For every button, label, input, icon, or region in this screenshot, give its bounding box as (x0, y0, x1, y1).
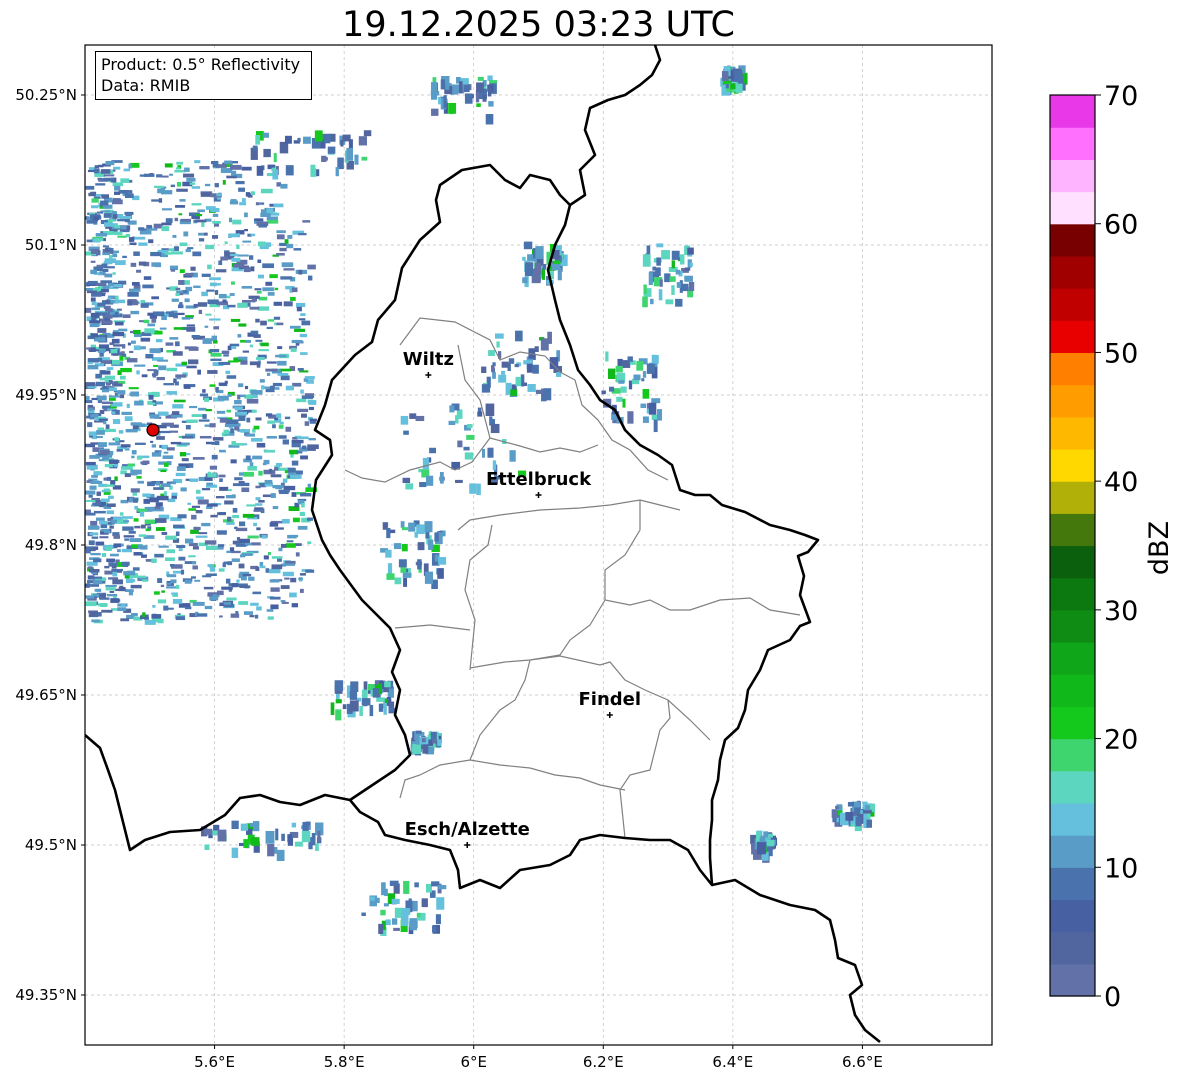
data-source-label: Data: RMIB (101, 76, 191, 95)
city-marker-icon (535, 492, 542, 498)
colorbar-label: dBZ (1144, 521, 1175, 575)
colorbar-tick-label: 0 (1104, 982, 1121, 1013)
lat-tick-label: 50.1°N (25, 236, 77, 254)
colorbar-swatch (1050, 642, 1095, 675)
colorbar-tick-label: 40 (1104, 467, 1138, 498)
colorbar-swatch (1050, 223, 1095, 257)
city-label: Wiltz (403, 349, 454, 370)
city-marker-icon (425, 372, 432, 378)
canton-boundaries (344, 317, 801, 839)
colorbar-swatch (1050, 931, 1095, 965)
city-marker-icon (464, 842, 471, 848)
colorbar: 0 10 20 30 40 50 60 70 dBZ (1049, 81, 1175, 1013)
colorbar-swatch (1050, 770, 1095, 804)
colorbar-swatch (1050, 609, 1095, 643)
colorbar-swatches (1050, 95, 1095, 997)
colorbar-swatch (1050, 288, 1095, 321)
french-german-border-south (711, 878, 881, 1044)
colorbar-swatch (1050, 674, 1095, 707)
lon-tick-label: 6.4°E (712, 1053, 753, 1071)
lon-tick-label: 6°E (460, 1053, 487, 1071)
radar-site-marker (146, 423, 160, 437)
colorbar-swatch (1050, 963, 1095, 997)
colorbar-swatch (1050, 835, 1095, 868)
colorbar-swatch (1050, 384, 1095, 418)
lat-tick-label: 49.35°N (15, 986, 77, 1004)
colorbar-tick-label: 10 (1104, 853, 1138, 884)
colorbar-swatch (1050, 159, 1095, 193)
product-label: Product: 0.5° Reflectivity (101, 55, 301, 74)
colorbar-swatch (1050, 899, 1095, 933)
lon-tick-label: 5.6°E (194, 1053, 235, 1071)
colorbar-swatch (1050, 448, 1095, 482)
lat-tick-label: 49.95°N (15, 386, 77, 404)
colorbar-swatch (1050, 95, 1095, 128)
colorbar-swatch (1050, 706, 1095, 740)
lon-tick-label: 6.6°E (842, 1053, 883, 1071)
reflectivity-echoes (85, 65, 876, 936)
radar-map: Wiltz Ettelbruck Findel Esch/Alzette 5.6°E 5… (15, 44, 1175, 1071)
product-info-box: Product: 0.5° Reflectivity Data: RMIB (95, 51, 312, 100)
colorbar-swatch (1050, 513, 1095, 547)
colorbar-swatch (1050, 191, 1095, 225)
german-border-north (569, 45, 662, 207)
colorbar-tick-label: 50 (1104, 338, 1138, 369)
colorbar-tick-label: 70 (1104, 81, 1138, 112)
city-label: Ettelbruck (486, 469, 592, 490)
lat-tick-label: 49.65°N (15, 686, 77, 704)
city-label: Findel (578, 689, 641, 710)
colorbar-swatch (1050, 352, 1095, 386)
colorbar-swatch (1050, 481, 1095, 514)
lon-tick-label: 6.2°E (583, 1053, 624, 1071)
colorbar-ticks: 0 10 20 30 40 50 60 70 (1095, 81, 1138, 1013)
colorbar-tick-label: 60 (1104, 210, 1138, 241)
lat-tick-label: 49.5°N (25, 836, 77, 854)
colorbar-swatch (1050, 320, 1095, 354)
lat-tick-label: 50.25°N (15, 86, 77, 104)
lon-tick-label: 5.8°E (324, 1053, 365, 1071)
colorbar-tick-label: 20 (1104, 725, 1138, 756)
colorbar-swatch (1050, 127, 1095, 160)
colorbar-swatch (1050, 545, 1095, 579)
city-marker-icon (606, 712, 613, 718)
city-label: Esch/Alzette (405, 819, 530, 840)
colorbar-swatch (1050, 255, 1095, 289)
colorbar-swatch (1050, 802, 1095, 836)
colorbar-swatch (1050, 577, 1095, 611)
colorbar-swatch (1050, 867, 1095, 901)
colorbar-swatch (1050, 738, 1095, 772)
lat-tick-label: 49.8°N (25, 536, 77, 554)
colorbar-swatch (1050, 416, 1095, 450)
colorbar-tick-label: 30 (1104, 596, 1138, 627)
